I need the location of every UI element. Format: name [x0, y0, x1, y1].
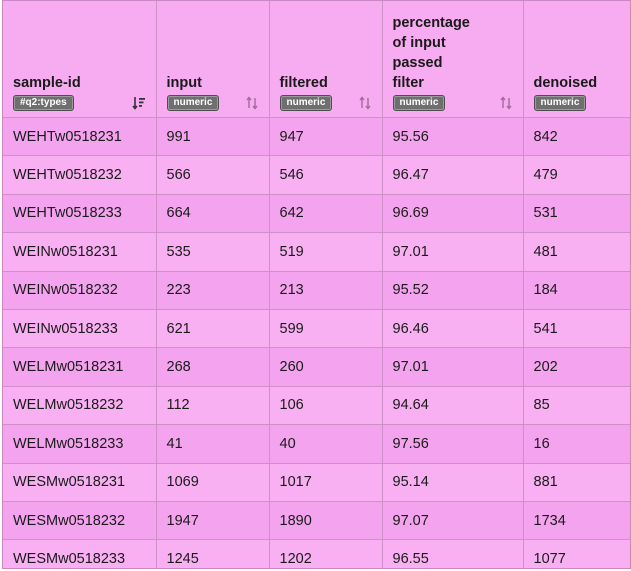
column-header-denoised[interactable]: denoised numeric: [523, 1, 630, 118]
cell-denoised: 842: [523, 117, 630, 157]
type-badge: numeric: [533, 95, 587, 111]
table-row: WELMw0518232 112 106 94.64 85: [3, 386, 630, 426]
column-title: input: [166, 75, 202, 91]
cell-filtered: 947: [269, 117, 383, 157]
cell-percentage: 95.14: [382, 463, 524, 502]
cell-sample-id: WELMw0518232: [3, 386, 157, 426]
cell-sample-id: WELMw0518233: [3, 424, 157, 464]
cell-sample-id: WESMw0518231: [3, 463, 157, 502]
cell-input: 268: [156, 347, 270, 387]
table-row: WEINw0518232 223 213 95.52 184: [3, 271, 630, 310]
table-row: WEHTw0518232 566 546 96.47 479: [3, 155, 630, 195]
cell-denoised: 85: [523, 386, 630, 426]
cell-denoised: 531: [523, 194, 630, 234]
cell-input: 1245: [156, 539, 270, 568]
cell-input: 566: [156, 155, 270, 195]
cell-sample-id: WESMw0518232: [3, 501, 157, 541]
column-title: filtered: [279, 75, 328, 91]
cell-percentage: 97.07: [382, 501, 524, 541]
column-header-sample-id[interactable]: sample-id #q2:types: [3, 1, 157, 118]
cell-input: 1947: [156, 501, 270, 541]
sort-icon[interactable]: [245, 96, 259, 110]
column-title: denoised: [533, 75, 598, 91]
column-header-filtered[interactable]: filtered numeric: [269, 1, 383, 118]
cell-denoised: 16: [523, 424, 630, 464]
table-body: WEHTw0518231 991 947 95.56 842 WEHTw0518…: [3, 117, 630, 568]
metadata-table: sample-id #q2:types input numeric filter…: [3, 1, 630, 568]
cell-input: 1069: [156, 463, 270, 502]
sort-active-icon[interactable]: [131, 96, 146, 110]
table-row: WEINw0518231 535 519 97.01 481: [3, 232, 630, 272]
cell-percentage: 95.56: [382, 117, 524, 157]
cell-sample-id: WEHTw0518232: [3, 155, 157, 195]
cell-filtered: 519: [269, 232, 383, 272]
sort-icon[interactable]: [358, 96, 372, 110]
table-row: WELMw0518233 41 40 97.56 16: [3, 424, 630, 464]
type-badge: #q2:types: [13, 95, 74, 111]
cell-filtered: 599: [269, 309, 383, 349]
cell-sample-id: WESMw0518233: [3, 539, 157, 568]
cell-sample-id: WEINw0518233: [3, 309, 157, 349]
table-row: WESMw0518231 1069 1017 95.14 881: [3, 463, 630, 502]
cell-filtered: 213: [269, 271, 383, 310]
cell-input: 112: [156, 386, 270, 426]
cell-input: 223: [156, 271, 270, 310]
cell-filtered: 40: [269, 424, 383, 464]
cell-denoised: 184: [523, 271, 630, 310]
table-row: WESMw0518233 1245 1202 96.55 1077: [3, 539, 630, 568]
cell-filtered: 1017: [269, 463, 383, 502]
cell-percentage: 96.69: [382, 194, 524, 234]
header-row: sample-id #q2:types input numeric filter…: [3, 1, 630, 118]
cell-percentage: 94.64: [382, 386, 524, 426]
table-row: WEHTw0518231 991 947 95.56 842: [3, 117, 630, 157]
cell-filtered: 106: [269, 386, 383, 426]
cell-percentage: 95.52: [382, 271, 524, 310]
cell-denoised: 1734: [523, 501, 630, 541]
type-badge: numeric: [166, 95, 220, 111]
table-row: WELMw0518231 268 260 97.01 202: [3, 347, 630, 387]
table-row: WEHTw0518233 664 642 96.69 531: [3, 194, 630, 234]
cell-percentage: 97.01: [382, 232, 524, 272]
cell-percentage: 96.46: [382, 309, 524, 349]
cell-sample-id: WEINw0518232: [3, 271, 157, 310]
column-title: sample-id: [13, 75, 81, 91]
cell-percentage: 96.55: [382, 539, 524, 568]
cell-denoised: 1077: [523, 539, 630, 568]
cell-filtered: 1202: [269, 539, 383, 568]
cell-input: 664: [156, 194, 270, 234]
cell-input: 535: [156, 232, 270, 272]
cell-percentage: 97.01: [382, 347, 524, 387]
cell-denoised: 479: [523, 155, 630, 195]
cell-percentage: 97.56: [382, 424, 524, 464]
table-row: WESMw0518232 1947 1890 97.07 1734: [3, 501, 630, 541]
cell-input: 41: [156, 424, 270, 464]
cell-filtered: 260: [269, 347, 383, 387]
data-table-viewport: sample-id #q2:types input numeric filter…: [2, 0, 631, 569]
column-header-percentage[interactable]: percentage of input passed filter numeri…: [382, 1, 524, 118]
column-header-input[interactable]: input numeric: [156, 1, 270, 118]
type-badge: numeric: [392, 95, 446, 111]
cell-filtered: 1890: [269, 501, 383, 541]
column-title: percentage of input passed filter: [392, 15, 470, 91]
cell-denoised: 541: [523, 309, 630, 349]
cell-denoised: 202: [523, 347, 630, 387]
cell-denoised: 481: [523, 232, 630, 272]
cell-sample-id: WELMw0518231: [3, 347, 157, 387]
cell-filtered: 642: [269, 194, 383, 234]
sort-icon[interactable]: [499, 96, 513, 110]
cell-sample-id: WEHTw0518231: [3, 117, 157, 157]
cell-denoised: 881: [523, 463, 630, 502]
table-row: WEINw0518233 621 599 96.46 541: [3, 309, 630, 349]
type-badge: numeric: [279, 95, 333, 111]
cell-filtered: 546: [269, 155, 383, 195]
cell-input: 991: [156, 117, 270, 157]
cell-sample-id: WEINw0518231: [3, 232, 157, 272]
cell-sample-id: WEHTw0518233: [3, 194, 157, 234]
cell-input: 621: [156, 309, 270, 349]
cell-percentage: 96.47: [382, 155, 524, 195]
